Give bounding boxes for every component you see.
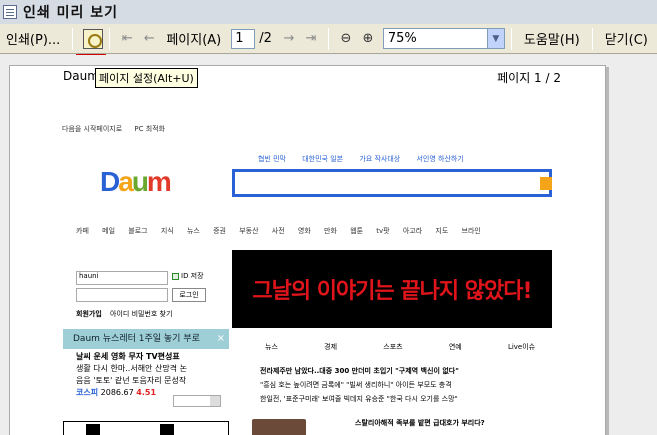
toolbar-divider (510, 27, 512, 50)
toolbar-divider (591, 27, 593, 50)
top-link: PC 최적화 (134, 125, 166, 133)
news-tabs: 뉴스 경제 스포츠 연예 Live이슈 (265, 342, 579, 352)
zoom-select[interactable]: 75% ▼ (382, 28, 505, 49)
login-links: 회원가입 아이디 비밀번호 찾기 (76, 309, 172, 319)
toolbar: 인쇄(P)... ⇤ ← 페이지(A) 1 /2 → ⇥ ⊖ ⊕ 75% ▼ 도… (0, 24, 657, 54)
print-button[interactable]: 인쇄(P)... (0, 27, 66, 51)
category-item: 카페 (76, 227, 89, 235)
issue-keyword: 서인영 하산하기 (416, 155, 464, 163)
title-bar: 인쇄 미리 보기 (0, 0, 657, 24)
toolbar-divider (109, 27, 111, 50)
daum-issue-keywords: 협빈 민막 대한민국 일본 가요 작사대상 서인영 하산하기 (258, 154, 478, 164)
previous-page-icon[interactable]: ← (138, 28, 160, 50)
login-id-field: hauni (76, 271, 168, 285)
top-link: 다음을 시작페이지로 (62, 125, 123, 133)
save-id-label: ID 저장 (181, 272, 204, 280)
search-icon (540, 177, 552, 190)
logo-letter: m (146, 166, 172, 197)
news-tab: 스포츠 (383, 343, 403, 351)
issue-keyword: 가요 작사대상 (359, 155, 401, 163)
logo-letter: a (118, 166, 134, 197)
stock-value: 2086.67 (100, 388, 134, 397)
close-icon: × (216, 333, 225, 344)
toolbar-divider (327, 27, 329, 50)
left-link-row: 음음 '토토' 같넌 토음자리 문성작 (76, 376, 187, 385)
stock-row: 코스피 2086.67 4.51 (76, 387, 187, 399)
mini-search-box (173, 395, 221, 407)
window-title: 인쇄 미리 보기 (23, 5, 119, 21)
logo-letter: D (100, 166, 120, 197)
category-item: 브라인 (461, 227, 481, 235)
page-setup-tooltip: 페이지 설정(Alt+U) (95, 68, 198, 88)
sheet-header-page: 페이지 1 / 2 (497, 71, 561, 85)
page-label: 페이지(A) (166, 33, 222, 48)
category-item: tv팟 (376, 227, 390, 235)
zoom-value: 75% (387, 31, 417, 46)
left-link-row: 날씨 운세 영화 무자 TV편성표 (76, 352, 180, 361)
category-item: 지도 (435, 227, 449, 235)
close-button[interactable]: 닫기(C) (599, 27, 654, 51)
news-list: 전라제주만 남았다..대중 300 만더미 초입기 "구제역 백신이 없다" "… (260, 364, 459, 406)
news-line: 한일전, '표준구미래' 보여줄 빅데지 유승준 "한국 다시 오기를 스망" (260, 395, 458, 403)
banner-text: 그날의 이야기는 끝나지 않았다! (252, 279, 532, 304)
login-button: 로그인 (172, 288, 206, 302)
find-id-link: 아이디 (110, 310, 130, 318)
news-tab: 뉴스 (265, 343, 278, 351)
news-tab: 연예 (448, 343, 462, 351)
category-item: 부동산 (239, 227, 259, 235)
category-item: 블로그 (128, 227, 148, 235)
sheet-shadow (606, 67, 609, 435)
left-link-row: 생활 다시 한마..서해안 산망격 논 (76, 364, 187, 373)
category-item: 뉴스 (186, 227, 200, 235)
last-page-icon[interactable]: ⇥ (300, 28, 322, 50)
chevron-down-icon[interactable]: ▼ (486, 29, 504, 48)
thumbnail-image (63, 421, 229, 435)
daum-category-nav: 카페 메일 블로그 지식 뉴스 증권 부동산 사전 영화 만화 웹툰 tv팟 아… (76, 226, 492, 236)
news-line: "흥심 호는 높이려면 금록에" "빌써 생리하니" 아이든 부모도 충격 (260, 381, 452, 389)
category-item: 만화 (324, 227, 337, 235)
news-headline: 전라제주만 남았다..대중 300 만더미 초입기 "구제역 백신이 없다" (260, 367, 459, 375)
category-item: 메일 (102, 227, 116, 235)
page-setup-icon[interactable] (83, 28, 104, 49)
daum-left-links: 날씨 운세 영화 무자 TV편성표 생활 다시 한마..서해안 산망격 논 음음… (76, 351, 187, 399)
news-tab: Live이슈 (507, 343, 536, 351)
find-password-link: 비밀번호 찾기 (131, 310, 173, 318)
category-item: 아고라 (402, 227, 423, 235)
next-page-icon[interactable]: → (278, 28, 300, 50)
news-bottom-headline: 스탈리아해적 족부를 밭편 급대호가 부리다? (355, 419, 485, 427)
stock-label: 코스피 (76, 388, 99, 397)
newsletter-popup: Daum 뉴스레터 1주일 놓기 부로 × (63, 329, 229, 349)
category-item: 지식 (160, 227, 174, 235)
newsletter-popup-text: Daum 뉴스레터 1주일 놓기 부로 (73, 334, 200, 344)
logo-letter: u (131, 166, 149, 197)
category-item: 사전 (271, 227, 285, 235)
category-item: 웹툰 (350, 227, 364, 235)
daum-logo: Daum (100, 166, 172, 198)
print-sheet: Daum - Life On Daum 페이지 1 / 2 다음을 시작페이지로… (9, 65, 606, 435)
daum-banner: 그날의 이야기는 끝나지 않았다! (232, 250, 552, 328)
category-item: 증권 (213, 227, 226, 235)
login-password-field (76, 288, 168, 302)
issue-keyword: 협빈 민막 (258, 155, 286, 163)
daum-top-links: 다음을 시작페이지로 PC 최적화 (62, 124, 175, 134)
save-id-checkbox: ID 저장 (172, 271, 204, 281)
stock-change: 4.51 (136, 388, 157, 397)
toolbar-divider (72, 27, 74, 50)
news-tab: 경제 (324, 343, 338, 351)
signup-link: 회원가입 (76, 310, 102, 318)
zoom-out-icon[interactable]: ⊖ (335, 28, 357, 50)
category-item: 영화 (297, 227, 311, 235)
page-total: /2 (259, 31, 272, 46)
issue-keyword: 대한민국 일본 (302, 155, 344, 163)
page-number-input[interactable]: 1 (231, 28, 256, 49)
first-page-icon[interactable]: ⇤ (116, 28, 138, 50)
print-preview-icon (3, 5, 17, 19)
help-button[interactable]: 도움말(H) (518, 27, 586, 51)
thumbnail-image (252, 419, 306, 435)
zoom-in-icon[interactable]: ⊕ (357, 28, 379, 50)
daum-search-box (232, 169, 552, 197)
preview-area[interactable]: Daum - Life On Daum 페이지 1 / 2 다음을 시작페이지로… (0, 55, 657, 435)
daum-login-box: hauni ID 저장 로그인 (76, 271, 206, 302)
checkbox-icon (172, 272, 179, 280)
